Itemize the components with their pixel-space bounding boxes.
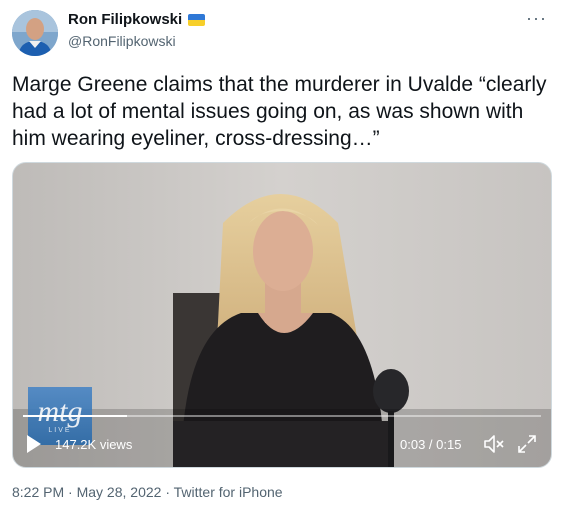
tweet-date[interactable]: May 28, 2022 [77, 484, 162, 500]
more-horizontal-icon[interactable]: ··· [526, 8, 547, 29]
ukraine-flag-icon [188, 13, 206, 26]
mute-icon[interactable] [483, 434, 505, 454]
video-frame [13, 163, 551, 467]
video-time: 0:03 / 0:15 [400, 437, 462, 452]
tweet-text: Marge Greene claims that the murderer in… [12, 73, 547, 150]
meta-separator-2: · [161, 484, 174, 500]
video-progress-bar[interactable] [23, 415, 541, 417]
video-player[interactable]: mtg LIVE 147.2K views 0:03 / 0:15 [12, 162, 552, 468]
avatar-image [12, 10, 58, 56]
tweet-source[interactable]: Twitter for iPhone [174, 484, 283, 500]
tweet-meta: 8:22 PM · May 28, 2022 · Twitter for iPh… [12, 484, 283, 500]
author-name-row: Ron Filipkowski [68, 11, 206, 28]
author-handle[interactable]: @RonFilipkowski [68, 33, 176, 49]
video-progress-fill [23, 415, 127, 417]
play-icon[interactable] [27, 435, 41, 453]
avatar[interactable] [12, 10, 58, 56]
meta-separator: · [64, 484, 77, 500]
tweet-time[interactable]: 8:22 PM [12, 484, 64, 500]
view-count: 147.2K views [55, 437, 133, 452]
author-display-name[interactable]: Ron Filipkowski [68, 11, 182, 28]
video-controls: 147.2K views 0:03 / 0:15 [13, 425, 551, 465]
expand-icon[interactable] [517, 434, 537, 454]
